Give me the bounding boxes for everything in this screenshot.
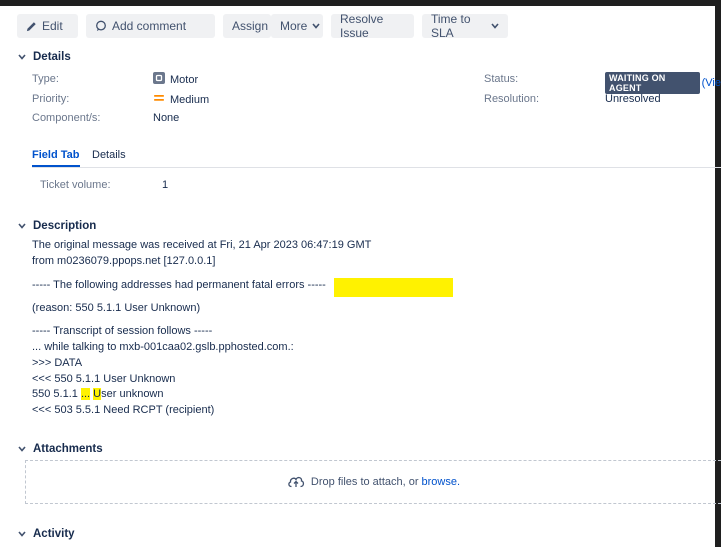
- description-section-header[interactable]: Description: [17, 220, 96, 232]
- chevron-down-icon: [17, 221, 27, 231]
- field-tabs: Field Tab Details: [32, 149, 721, 168]
- tab-field-tab[interactable]: Field Tab: [32, 149, 79, 161]
- priority-label: Priority:: [32, 93, 70, 105]
- description-line: ----- Transcript of session follows ----…: [32, 325, 213, 337]
- description-line: The original message was received at Fri…: [32, 239, 372, 251]
- attachments-section-header[interactable]: Attachments: [17, 443, 103, 455]
- add-comment-label: Add comment: [112, 19, 187, 33]
- chevron-down-icon: [17, 52, 27, 62]
- time-to-sla-button[interactable]: Time to SLA: [422, 12, 508, 40]
- details-title: Details: [33, 51, 71, 63]
- drop-files-text: Drop files to attach, or: [310, 476, 419, 488]
- type-value: Motor: [153, 72, 198, 87]
- status-value: WAITING ON AGENT (Vie: [605, 72, 721, 94]
- motor-type-icon: [153, 72, 165, 87]
- resolution-label: Resolution:: [484, 93, 540, 105]
- component-value: None: [153, 112, 180, 124]
- status-view-link[interactable]: (Vie: [702, 77, 721, 89]
- ticket-volume-label: Ticket volume:: [40, 179, 111, 191]
- activity-title: Activity: [33, 528, 75, 540]
- description-line: >>> DATA: [32, 357, 83, 369]
- more-label: More: [280, 19, 308, 33]
- tab-details[interactable]: Details: [92, 149, 126, 161]
- chevron-down-icon: [312, 23, 320, 29]
- assign-label: Assign: [232, 19, 269, 33]
- chevron-down-icon: [491, 23, 499, 29]
- attachments-title: Attachments: [33, 443, 103, 455]
- active-tab-indicator: [32, 165, 80, 167]
- description-line: from m0236079.ppops.net [127.0.0.1]: [32, 255, 216, 267]
- description-line: <<< 550 5.1.1 User Unknown: [32, 373, 176, 385]
- activity-section-header[interactable]: Activity: [17, 528, 75, 540]
- description-title: Description: [33, 220, 97, 232]
- description-line: ... while talking to mxb-001caa02.gslb.p…: [32, 341, 294, 353]
- issue-toolbar: Edit Add comment Assign More Resolve Iss…: [17, 12, 508, 40]
- ticket-volume-value: 1: [162, 179, 169, 191]
- description-line: <<< 503 5.5.1 Need RCPT (recipient): [32, 404, 215, 416]
- highlighted-text: ...: [80, 388, 91, 400]
- resolve-issue-button[interactable]: Resolve Issue: [331, 12, 414, 40]
- type-label: Type:: [32, 73, 59, 85]
- edit-button-label: Edit: [42, 19, 63, 33]
- chevron-down-icon: [17, 529, 27, 539]
- description-line: (reason: 550 5.1.1 User Unknown): [32, 302, 201, 314]
- highlighted-text: U: [93, 388, 102, 400]
- window-frame-top: [0, 0, 721, 6]
- status-badge[interactable]: WAITING ON AGENT: [605, 72, 700, 94]
- assign-button[interactable]: Assign: [223, 14, 271, 38]
- priority-value: Medium: [153, 92, 209, 107]
- cloud-upload-icon: [287, 474, 305, 491]
- chevron-down-icon: [17, 444, 27, 454]
- add-comment-button[interactable]: Add comment: [86, 14, 215, 38]
- attachment-dropzone[interactable]: Drop files to attach, or browse.: [25, 460, 721, 504]
- description-line: 550 5.1.1 ... User unknown: [32, 388, 164, 400]
- resolution-value: Unresolved: [605, 93, 661, 105]
- details-section-header[interactable]: Details: [17, 51, 71, 63]
- priority-medium-icon: [153, 92, 165, 107]
- description-line: ----- The following addresses had perman…: [32, 279, 326, 291]
- resolve-issue-label: Resolve Issue: [340, 12, 384, 40]
- pencil-icon: [26, 21, 37, 32]
- time-to-sla-label: Time to SLA: [431, 12, 471, 40]
- more-button[interactable]: More: [271, 14, 323, 38]
- redaction-highlight: [334, 278, 453, 297]
- comment-icon: [95, 20, 107, 32]
- browse-link[interactable]: browse.: [422, 476, 461, 488]
- edit-button[interactable]: Edit: [17, 14, 78, 38]
- component-label: Component/s:: [32, 112, 101, 124]
- status-label: Status:: [484, 73, 519, 85]
